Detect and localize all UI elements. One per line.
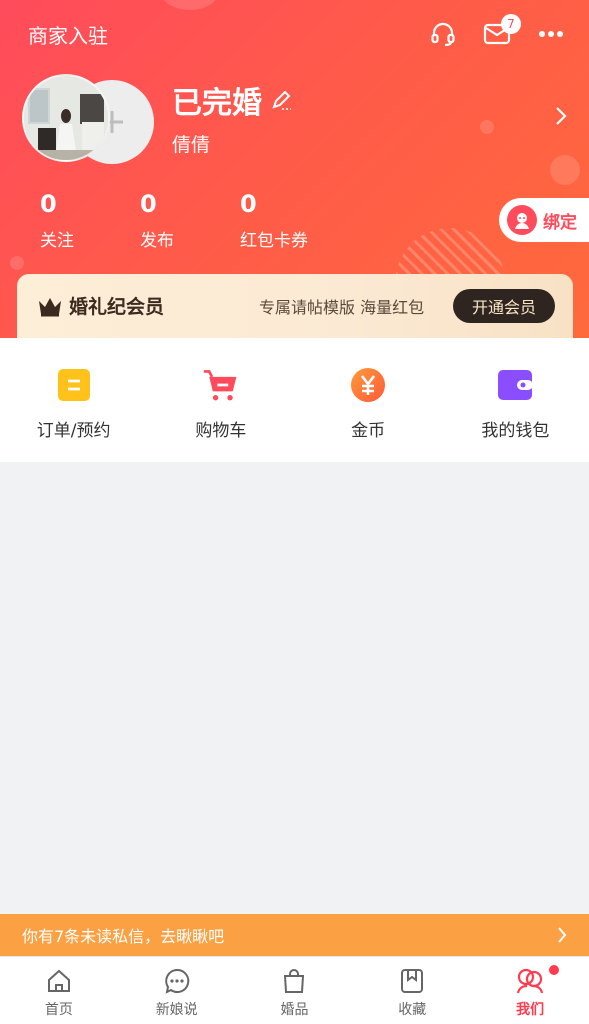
quick-action-wallet[interactable]: 我的钱包	[442, 338, 589, 462]
chevron-right-icon	[558, 927, 567, 943]
tab-label: 新娘说	[155, 1002, 198, 1018]
vip-membership-card[interactable]: 婚礼纪会员 专属请帖模版 海量红包 开通会员	[17, 274, 573, 346]
tab-bride-talk[interactable]: 新娘说	[118, 957, 236, 1024]
quick-action-coins[interactable]: 金币	[295, 338, 442, 462]
quick-action-orders[interactable]: 订单/预约	[0, 338, 147, 462]
tab-us[interactable]: 我们	[471, 957, 589, 1024]
tab-label: 首页	[44, 1002, 73, 1018]
quick-action-label: 订单/预约	[36, 421, 111, 441]
decor-dot	[480, 120, 494, 134]
merchant-entry-link[interactable]: 商家入驻	[28, 20, 108, 49]
couple-icon	[516, 968, 544, 994]
bind-label: 绑定	[543, 212, 577, 233]
mail-icon[interactable]: 7	[481, 14, 521, 50]
vip-title: 婚礼纪会员	[37, 292, 164, 319]
stat-label: 红包卡券	[240, 231, 308, 251]
header-actions: 7	[427, 14, 567, 50]
cart-icon	[202, 366, 240, 404]
unread-message-banner[interactable]: 你有7条未读私信，去瞅瞅吧	[0, 914, 589, 956]
chevron-right-icon[interactable]	[555, 106, 567, 130]
vip-description: 专属请帖模版 海量红包	[259, 298, 425, 317]
person-icon	[507, 205, 537, 235]
bookmark-icon	[401, 969, 424, 993]
bind-partner-button[interactable]: 绑定	[499, 198, 589, 242]
stat-value: 0	[140, 190, 157, 218]
more-icon[interactable]	[535, 18, 567, 50]
tab-home[interactable]: 首页	[0, 957, 118, 1024]
decor-dot	[10, 256, 24, 270]
tab-label: 婚品	[280, 1002, 309, 1018]
stat-posts[interactable]: 0 发布	[140, 190, 174, 251]
wallet-icon	[496, 366, 534, 404]
coin-icon	[349, 366, 387, 404]
open-vip-button[interactable]: 开通会员	[453, 289, 555, 323]
decor-circle	[160, 0, 220, 10]
quick-action-label: 我的钱包	[481, 421, 550, 441]
headset-icon[interactable]	[427, 18, 459, 50]
stat-label: 关注	[40, 231, 74, 251]
stat-label: 发布	[140, 231, 174, 251]
notification-dot	[548, 965, 559, 975]
home-icon	[47, 969, 70, 992]
vip-title-text: 婚礼纪会员	[69, 296, 165, 318]
quick-action-label: 购物车	[195, 421, 247, 441]
bag-icon	[284, 969, 305, 993]
decor-dot	[550, 155, 580, 185]
avatar[interactable]	[22, 74, 110, 162]
tab-label: 收藏	[398, 1002, 427, 1018]
stat-value: 0	[40, 190, 57, 218]
tab-favorites[interactable]: 收藏	[353, 957, 471, 1024]
nickname[interactable]: 已完婚	[172, 78, 292, 122]
quick-action-label: 金币	[351, 421, 386, 441]
quick-actions: 订单/预约 购物车 金币 我的钱包	[0, 338, 589, 462]
notification-text: 你有7条未读私信，去瞅瞅吧	[22, 927, 225, 946]
tab-wedding-goods[interactable]: 婚品	[236, 957, 354, 1024]
chat-icon	[164, 968, 189, 994]
stat-following[interactable]: 0 关注	[40, 190, 74, 251]
message-badge: 7	[501, 14, 521, 34]
stat-value: 0	[240, 190, 257, 218]
bottom-tab-bar: 首页 新娘说 婚品 收藏 我们	[0, 956, 589, 1024]
nickname-text: 已完婚	[172, 86, 262, 121]
stat-coupons[interactable]: 0 红包卡券	[240, 190, 308, 251]
username: 倩倩	[172, 134, 211, 156]
edit-pencil-icon[interactable]	[270, 89, 292, 111]
crown-icon	[39, 297, 61, 316]
order-icon	[55, 366, 93, 404]
tab-label: 我们	[516, 1002, 545, 1018]
avatar-photo	[24, 76, 108, 160]
quick-action-cart[interactable]: 购物车	[147, 338, 294, 462]
